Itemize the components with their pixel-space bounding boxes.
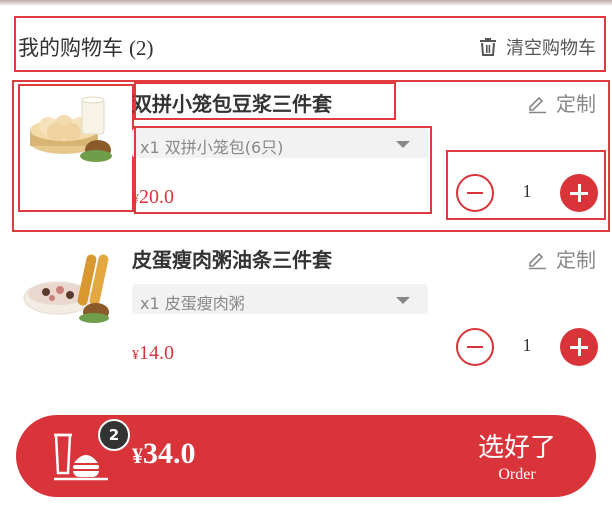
cart-item: 皮蛋瘦肉粥油条三件套 定制 x1 皮蛋瘦肉粥 ¥14.0 1 (0, 236, 612, 386)
quantity-stepper: 1 (456, 174, 598, 212)
selection-outline (134, 82, 396, 120)
minus-circle-icon[interactable] (456, 328, 494, 366)
customize-button[interactable]: 定制 (526, 88, 596, 117)
minus-circle-icon[interactable] (456, 174, 494, 212)
option-value: x1 皮蛋瘦肉粥 (140, 294, 245, 313)
clear-cart-button[interactable]: 清空购物车 (478, 34, 596, 60)
trash-icon (480, 38, 496, 56)
plus-circle-icon[interactable] (560, 328, 598, 366)
edit-icon (529, 96, 546, 113)
total-price: ¥34.0 (132, 437, 196, 470)
backdrop-shadow (0, 0, 612, 6)
product-image (23, 254, 109, 323)
checkout-bar: 2 ¥34.0 选好了 Order (16, 415, 596, 497)
quantity-stepper: 1 (456, 328, 598, 366)
cart-item: 双拼小笼包豆浆三件套 定制 x1 双拼小笼包(6只) ¥20.0 1 (0, 78, 612, 232)
cart-count: (2) (129, 36, 154, 60)
edit-icon (529, 252, 546, 269)
order-button-sublabel: Order (498, 466, 536, 483)
order-button[interactable]: 选好了 Order (462, 423, 572, 489)
cart-count-badge: 2 (98, 419, 130, 451)
item-name: 皮蛋瘦肉粥油条三件套 (132, 248, 332, 272)
quantity-value: 1 (522, 181, 532, 201)
customize-label: 定制 (556, 248, 596, 272)
clear-cart-label: 清空购物车 (506, 38, 596, 59)
caret-down-icon (396, 297, 410, 304)
selection-outline (134, 126, 432, 214)
customize-button[interactable]: 定制 (526, 244, 596, 273)
order-button-label: 选好了 (477, 433, 556, 463)
customize-label: 定制 (556, 92, 596, 116)
option-dropdown[interactable]: x1 皮蛋瘦肉粥 (132, 284, 428, 314)
item-price: ¥14.0 (132, 342, 174, 364)
selection-outline (18, 84, 134, 212)
cart-title-label: 我的购物车 (18, 36, 123, 60)
quantity-value: 1 (522, 335, 532, 355)
cart-header: 我的购物车 (2) 清空购物车 (14, 16, 606, 72)
cart-title: 我的购物车 (2) (18, 32, 154, 62)
plus-circle-icon[interactable] (560, 174, 598, 212)
item-price: ¥20.0 (132, 186, 174, 208)
